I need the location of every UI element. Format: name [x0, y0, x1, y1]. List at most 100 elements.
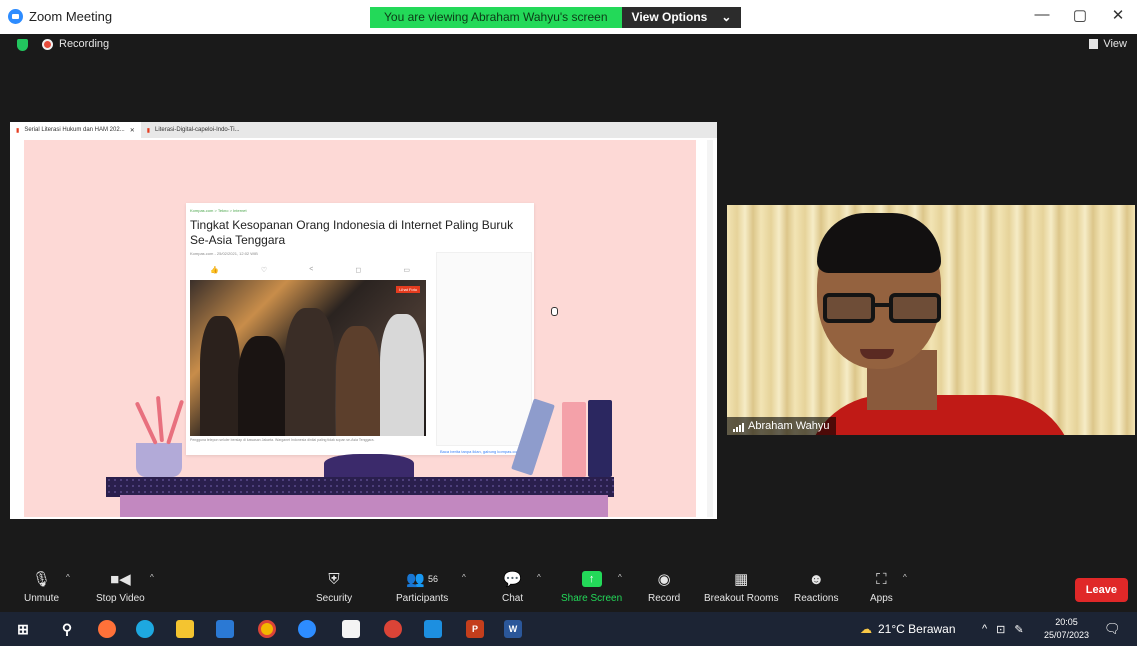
zoom-logo-icon: [8, 9, 23, 24]
weather-text: 21°C Berawan: [878, 622, 956, 636]
cloud-sun-icon: ☁: [860, 622, 872, 636]
view-options-button[interactable]: View Options ⌄: [621, 7, 742, 28]
view-icon: [1089, 39, 1099, 49]
comment-icon: ▭: [403, 267, 410, 274]
clock-date: 25/07/2023: [1043, 630, 1089, 640]
window-titlebar: Zoom Meeting You are viewing Abraham Wah…: [0, 0, 1137, 34]
share-screen-button[interactable]: ↑ Share Screen: [561, 570, 622, 604]
word-icon[interactable]: W: [504, 620, 522, 638]
meeting-area: Recording View ▮ Serial Literasi Hukum d…: [0, 34, 1137, 564]
stop-video-button[interactable]: ■◀ Stop Video: [96, 570, 145, 604]
chat-options-caret-icon[interactable]: ^: [537, 573, 541, 582]
windows-taskbar: ⊞ ⚲ P W ☁ 21°C Berawan ^ ⊡ ✎ 20:05 25/07…: [0, 612, 1137, 646]
scrollbar[interactable]: [707, 140, 713, 517]
taskbar-clock[interactable]: 20:05 25/07/2023: [1044, 616, 1089, 642]
minimize-button[interactable]: —: [1027, 6, 1057, 23]
participants-button[interactable]: 👥 56 Participants: [396, 570, 448, 604]
glasses-lens-left: [823, 293, 875, 323]
apps-label: Apps: [870, 593, 893, 604]
browser-tab[interactable]: ▮ Literasi-Digital-capeloi-Indo-Ti...: [141, 122, 246, 138]
apps-options-caret-icon[interactable]: ^: [903, 573, 907, 582]
powerpoint-icon[interactable]: P: [466, 620, 484, 638]
recording-label[interactable]: Recording: [59, 38, 109, 50]
mail-icon[interactable]: [216, 620, 234, 638]
stop-video-label: Stop Video: [96, 593, 145, 604]
unmute-label: Unmute: [24, 593, 60, 604]
signal-strength-icon: [733, 423, 744, 432]
participants-options-caret-icon[interactable]: ^: [462, 573, 466, 582]
viewing-banner: You are viewing Abraham Wahyu's screen V…: [370, 7, 742, 28]
meeting-controls: 🎙 Unmute ^ ■◀ Stop Video ^ ⛨ Security 👥 5…: [0, 564, 1137, 612]
chat-button[interactable]: 💬 Chat: [502, 570, 523, 604]
book-illustration: [588, 400, 612, 477]
article-breadcrumb: Kompas.com > Tekno > Internet: [190, 208, 247, 213]
leaf-illustration: [166, 399, 185, 445]
record-button[interactable]: ◉ Record: [648, 570, 680, 604]
audio-options-caret-icon[interactable]: ^: [66, 573, 70, 582]
search-icon[interactable]: ⚲: [58, 620, 76, 638]
calendar-icon[interactable]: [342, 620, 360, 638]
monitor-stand-illustration: [324, 454, 414, 478]
zoom-taskbar-icon[interactable]: [298, 620, 316, 638]
ad-placeholder: [436, 252, 532, 446]
file-explorer-icon[interactable]: [176, 620, 194, 638]
reactions-label: Reactions: [794, 593, 839, 604]
close-tab-icon[interactable]: ✕: [130, 127, 135, 134]
pen-icon[interactable]: ✎: [1014, 623, 1023, 636]
chevron-up-icon[interactable]: ^: [982, 623, 987, 635]
share-options-caret-icon[interactable]: ^: [618, 573, 622, 582]
glasses: [823, 293, 943, 329]
mouse-cursor-icon: [551, 307, 558, 316]
article-share-icons: 👍 ♡ < ◻ ▭: [210, 266, 410, 274]
book-illustration: [562, 402, 586, 477]
network-icon[interactable]: ⊡: [996, 623, 1005, 636]
view-button[interactable]: View: [1089, 38, 1127, 50]
security-button[interactable]: ⛨ Security: [316, 570, 353, 605]
chat-label: Chat: [502, 593, 524, 604]
bookmark-icon: ◻: [355, 267, 362, 274]
apps-button[interactable]: ⛶ Apps: [870, 570, 893, 605]
security-label: Security: [316, 593, 353, 604]
photo-figure: [336, 326, 380, 436]
muted-microphone-icon: 🎙: [31, 571, 52, 588]
edge-icon[interactable]: [136, 620, 154, 638]
chrome-icon[interactable]: [258, 620, 276, 638]
clock-time: 20:05: [1055, 617, 1078, 627]
unmute-button[interactable]: 🎙 Unmute: [24, 570, 59, 604]
article-date: Kompas.com - 25/02/2021, 12:02 WIB: [190, 251, 258, 256]
share-screen-label: Share Screen: [561, 593, 623, 604]
participants-icon: 👥 56: [406, 571, 438, 588]
photo-caption: Pengguna telepon seluler bersiap di kawa…: [190, 438, 375, 442]
apps-icon: ⛶: [876, 570, 887, 588]
video-options-caret-icon[interactable]: ^: [150, 573, 154, 582]
breakout-rooms-button[interactable]: ▦ Breakout Rooms: [704, 570, 778, 604]
notification-icon[interactable]: 🗨: [1104, 612, 1121, 646]
leave-button[interactable]: Leave: [1074, 578, 1128, 602]
weather-widget[interactable]: ☁ 21°C Berawan: [860, 612, 956, 646]
record-label: Record: [648, 593, 681, 604]
system-tray: ^ ⊡ ✎: [982, 612, 1024, 646]
recording-icon: [42, 39, 53, 50]
app-title: Zoom Meeting: [8, 9, 112, 24]
participant-video[interactable]: Abraham Wahyu: [727, 205, 1135, 435]
chrome-profile-icon[interactable]: [384, 620, 402, 638]
person-mouth: [860, 349, 894, 359]
view-options-label: View Options: [631, 10, 708, 24]
heart-icon: ♡: [260, 267, 268, 274]
firefox-icon[interactable]: [98, 620, 116, 638]
close-button[interactable]: ✕: [1103, 6, 1133, 24]
windows-start-icon[interactable]: ⊞: [14, 620, 32, 638]
presentation-slide: Kompas.com > Tekno > Internet Tingkat Ke…: [24, 140, 696, 517]
video-camera-icon: ■◀: [110, 571, 131, 588]
photo-figure: [285, 308, 335, 436]
participant-name: Abraham Wahyu: [748, 420, 830, 432]
reactions-button[interactable]: ☻ Reactions: [794, 570, 839, 605]
security-shield-icon[interactable]: [17, 39, 28, 51]
photos-icon[interactable]: [424, 620, 442, 638]
restore-button[interactable]: ▢: [1065, 6, 1095, 24]
browser-tab-label: Literasi-Digital-capeloi-Indo-Ti...: [155, 127, 240, 133]
like-icon: 👍: [210, 267, 219, 274]
browser-tab[interactable]: ▮ Serial Literasi Hukum dan HAM 202... ✕: [10, 122, 141, 138]
article-photo: Lihat Foto: [190, 280, 426, 436]
smiley-icon: ☻: [808, 570, 825, 588]
